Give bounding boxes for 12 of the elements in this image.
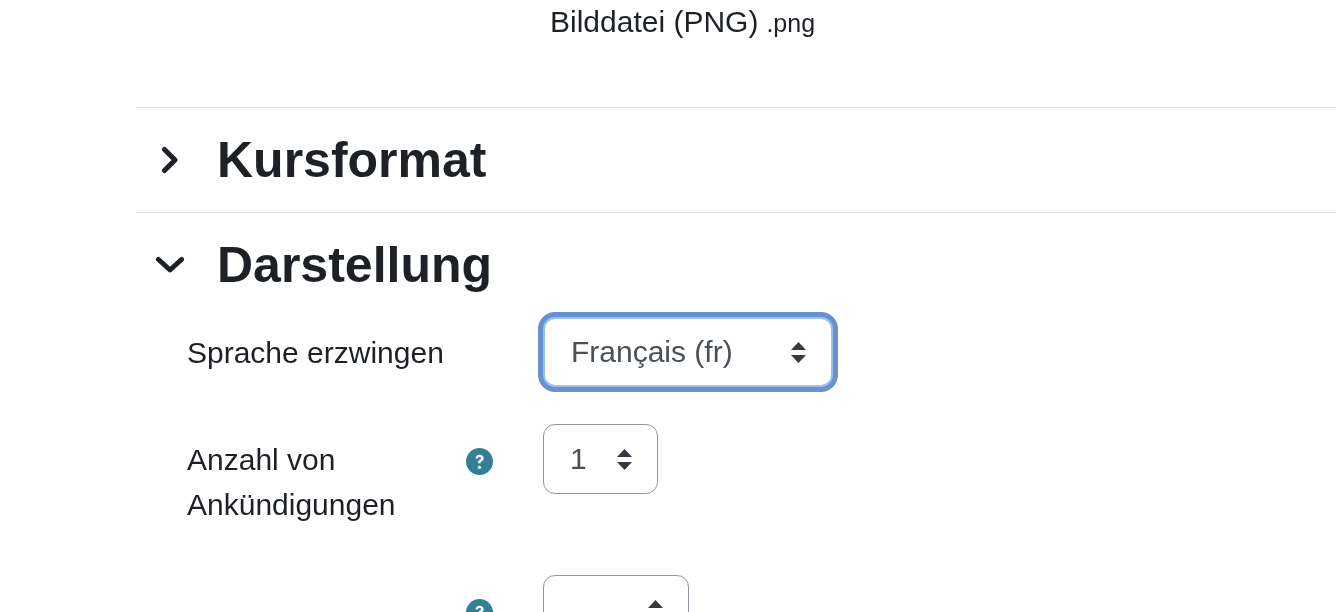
file-type-label: Bilddatei (PNG) [550, 4, 759, 40]
file-extension: .png [766, 8, 816, 39]
up-down-arrows-icon [791, 341, 806, 363]
section-heading[interactable]: Darstellung [217, 235, 493, 295]
help-icon[interactable] [466, 448, 493, 475]
chevron-right-icon[interactable] [161, 146, 179, 174]
chevron-down-icon[interactable] [155, 256, 185, 274]
select-field[interactable]: 1 [543, 424, 658, 494]
up-down-arrows-icon [617, 448, 632, 470]
field-label: Sprache erzwingen [187, 335, 445, 371]
field-label: Anzahl von Ankündigungen [187, 442, 397, 523]
section-heading[interactable]: Kursformat [217, 130, 487, 190]
